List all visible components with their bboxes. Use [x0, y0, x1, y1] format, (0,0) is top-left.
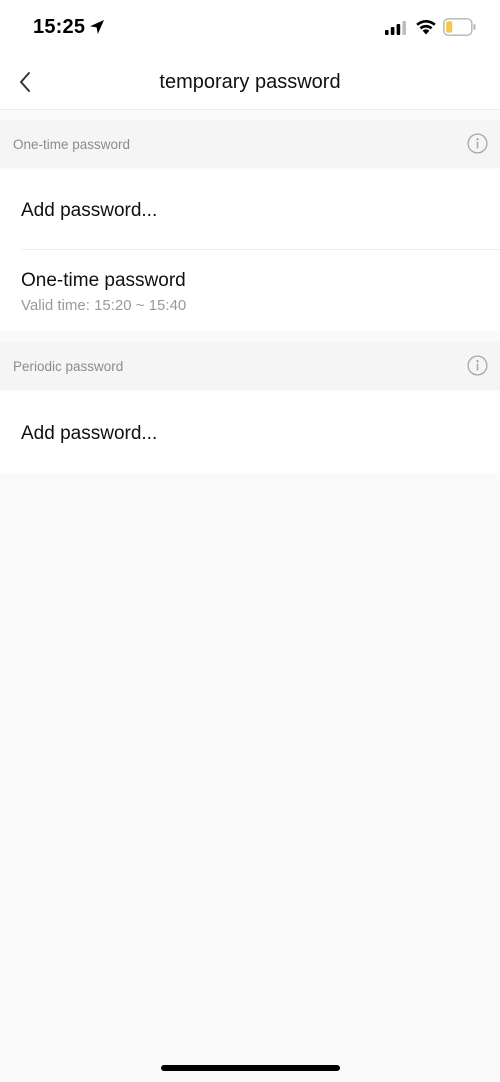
row-title: Add password...: [21, 423, 158, 444]
row-title: Add password...: [21, 200, 158, 221]
screen: 15:25 temporary password One-time passwo…: [0, 0, 500, 1082]
add-periodic-password-row[interactable]: Add password...: [0, 391, 500, 473]
wifi-icon: [416, 19, 436, 35]
home-indicator[interactable]: [161, 1065, 340, 1071]
status-bar: 15:25: [0, 0, 500, 54]
row-subtitle-valid-time: Valid time: 15:20 ~ 15:40: [21, 297, 187, 314]
cellular-signal-icon: [385, 21, 406, 35]
page-title: temporary password: [159, 71, 341, 93]
one-time-password-row[interactable]: One-time password Valid time: 15:20 ~ 15…: [0, 250, 500, 331]
battery-low-icon: [443, 18, 476, 36]
info-icon[interactable]: [467, 355, 488, 376]
info-icon[interactable]: [467, 133, 488, 154]
location-arrow-icon: [90, 20, 104, 34]
section-header-label: One-time password: [13, 137, 131, 152]
navigation-bar: temporary password: [0, 54, 500, 110]
section-header-one-time: One-time password: [0, 120, 500, 168]
add-one-time-password-row[interactable]: Add password...: [0, 169, 500, 250]
status-time: 15:25: [33, 16, 86, 38]
row-title: One-time password: [21, 270, 186, 291]
section-header-label: Periodic password: [13, 359, 124, 374]
section-header-periodic: Periodic password: [0, 342, 500, 390]
